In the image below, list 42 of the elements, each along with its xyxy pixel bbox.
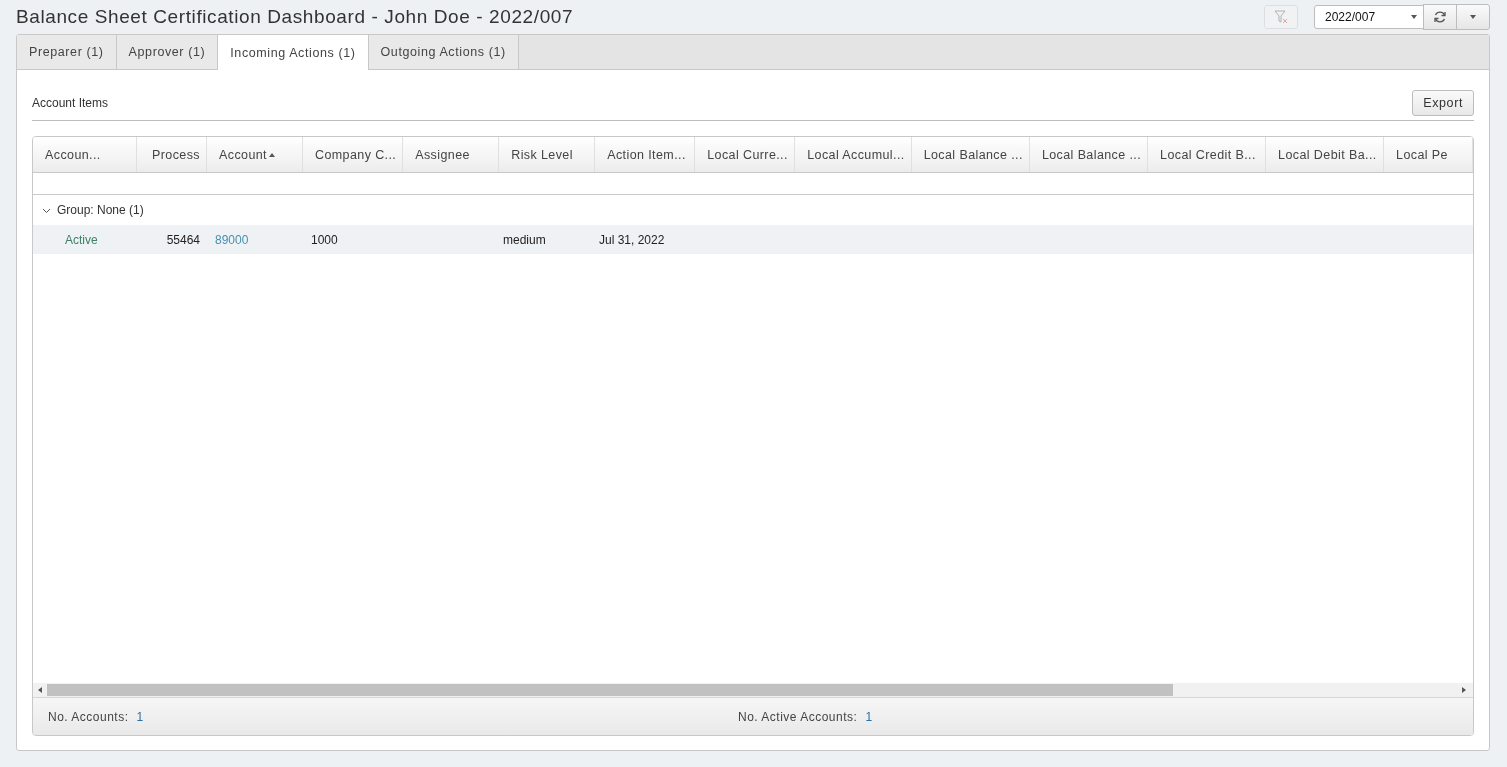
- tab[interactable]: Approver (1): [116, 35, 219, 69]
- column-header[interactable]: Assignee: [403, 137, 500, 172]
- scrollbar-thumb[interactable]: [47, 684, 1174, 696]
- column-header[interactable]: Local Curre...: [695, 137, 796, 172]
- tab[interactable]: Incoming Actions (1): [218, 35, 369, 70]
- summary-label: No. Accounts:: [48, 709, 129, 724]
- column-header[interactable]: Accoun...: [33, 137, 137, 172]
- column-header[interactable]: Local Debit Ba...: [1266, 137, 1385, 172]
- column-header[interactable]: Local Credit B...: [1148, 137, 1267, 172]
- export-button[interactable]: Export: [1412, 90, 1474, 116]
- column-header[interactable]: Risk Level: [499, 137, 596, 172]
- table-cell-text: 1000: [310, 231, 339, 249]
- sort-ascending-icon: [268, 151, 275, 158]
- tab[interactable]: Outgoing Actions (1): [368, 35, 519, 69]
- column-header[interactable]: Action Item...: [595, 137, 696, 172]
- tab[interactable]: Preparer (1): [17, 35, 117, 69]
- column-header[interactable]: Process: [137, 137, 207, 172]
- refresh-button[interactable]: [1423, 4, 1457, 30]
- scroll-right-icon: [1461, 687, 1467, 693]
- column-header[interactable]: Local Accumul...: [795, 137, 912, 172]
- summary-value: 1: [136, 709, 144, 724]
- summary-label: No. Active Accounts:: [738, 709, 858, 724]
- status-text: Active: [64, 231, 99, 249]
- funnel-icon: [1274, 10, 1288, 24]
- caret-icon: [1470, 14, 1476, 20]
- refresh-icon: [1433, 10, 1447, 24]
- summary-value: 1: [865, 709, 873, 724]
- horizontal-scrollbar[interactable]: [33, 683, 1473, 697]
- table-cell-text: medium: [502, 231, 547, 249]
- column-header[interactable]: Local Balance ...: [911, 137, 1030, 172]
- scroll-left-icon: [37, 687, 43, 693]
- caret-icon: [1411, 14, 1417, 20]
- window-title: Balance Sheet Certification Dashboard - John Doe - 2022/007: [16, 6, 575, 28]
- column-header[interactable]: Account: [207, 137, 303, 172]
- column-header[interactable]: Local Pe: [1384, 137, 1473, 172]
- table-cell-text: 55464: [165, 231, 201, 249]
- table-cell-text: Jul 31, 2022: [598, 231, 666, 249]
- period-dropdown[interactable]: 2022/007: [1314, 5, 1424, 29]
- column-header[interactable]: Company C...: [303, 137, 404, 172]
- table-row[interactable]: Active 55464 89000 1000 medium Jul 31, 2022: [33, 225, 1473, 254]
- section-title: Account Items: [32, 96, 109, 110]
- column-header[interactable]: Local Balance ...: [1029, 137, 1149, 172]
